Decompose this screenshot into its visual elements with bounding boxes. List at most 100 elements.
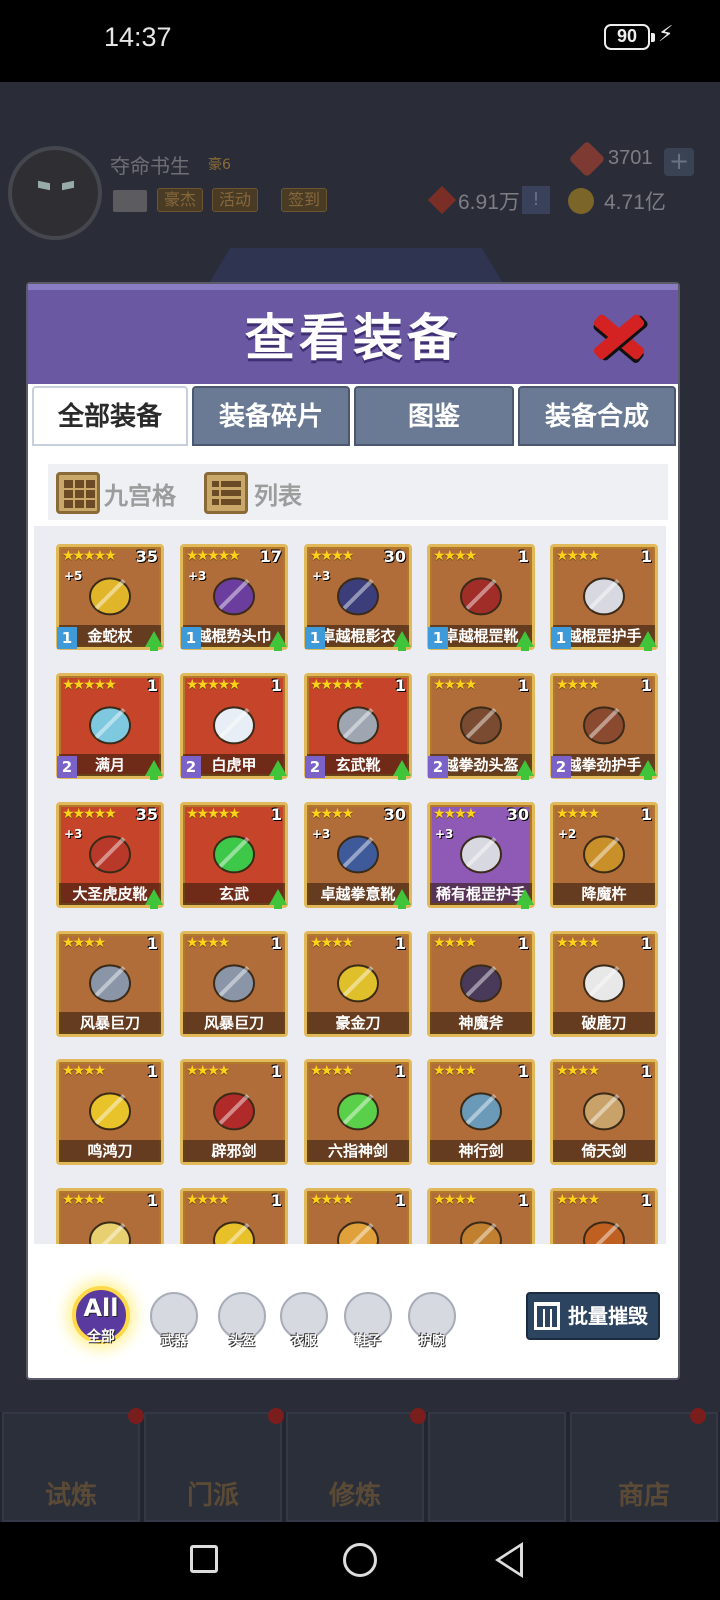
item-name: 降魔杵 — [553, 883, 655, 905]
equipment-card[interactable]: ★★★★ 1 越拳劲头盔 2 — [427, 673, 535, 780]
power-alert-button[interactable]: ! — [522, 186, 550, 214]
equipment-card[interactable]: ★★★★ 1 — [304, 1188, 412, 1244]
star-rating: ★★★★ — [186, 1192, 230, 1208]
equipment-card[interactable]: ★★★★★ 1 白虎甲 2 — [180, 673, 288, 780]
enhance-level: +3 — [188, 569, 207, 583]
equipment-card[interactable]: ★★★★ 1 — [56, 1188, 164, 1244]
equipment-card[interactable]: ★★★★ 1 六指神剑 — [304, 1059, 412, 1165]
item-count: 1 — [394, 1191, 406, 1210]
item-count: 1 — [270, 1191, 282, 1210]
notification-dot — [128, 1408, 144, 1424]
equipment-card[interactable]: ★★★★★ 1 满月 2 — [56, 673, 164, 780]
equipment-card[interactable]: ★★★★★ 35 +5 金蛇杖 1 — [56, 544, 164, 651]
recents-icon[interactable] — [190, 1545, 218, 1573]
equipment-card[interactable]: ★★★★ 1 豪金刀 — [304, 931, 412, 1037]
charging-bolt-icon: ⚡ — [658, 22, 674, 47]
filter-all-icon: All — [83, 1294, 119, 1322]
equipment-card[interactable]: ★★★★ 1 鸣鸿刀 — [56, 1059, 164, 1165]
activity-button[interactable]: 活动 — [212, 188, 259, 212]
add-gems-button[interactable]: + — [664, 148, 694, 176]
tier-badge: 1 — [57, 627, 77, 649]
star-rating: ★★★★ — [62, 1192, 106, 1208]
golden-blade-icon — [330, 955, 386, 1007]
upgrade-arrow-icon — [269, 889, 287, 909]
equipment-card[interactable]: ★★★★ 1 越拳劲护手 2 — [550, 673, 658, 780]
vip-badge: 豪6 — [208, 157, 231, 173]
equipment-card[interactable]: ★★★★ 1 +2 降魔杵 — [550, 802, 658, 908]
nav-shop-label: 商店 — [617, 1481, 670, 1511]
moon-ornament-icon — [82, 697, 138, 749]
nav-close[interactable] — [428, 1412, 566, 1522]
close-button[interactable] — [588, 306, 650, 366]
star-rating: ★★★★ — [433, 677, 477, 693]
equipment-card[interactable]: ★★★★ 30 +3 卓越棍影衣 1 — [304, 544, 412, 651]
nav-sect[interactable]: 门派 — [144, 1412, 282, 1522]
upgrade-arrow-icon — [269, 631, 287, 651]
equipment-card[interactable]: ★★★★★ 1 玄武 — [180, 802, 288, 909]
item-count: 1 — [517, 934, 529, 953]
item-name: 神魔斧 — [430, 1012, 532, 1034]
list-view-icon[interactable] — [204, 472, 248, 514]
tab-all-equipment[interactable]: 全部装备 — [32, 386, 188, 446]
tab-synthesis[interactable]: 装备合成 — [518, 386, 676, 446]
equipment-card[interactable]: ★★★★ 1 — [180, 1188, 288, 1244]
item-count: 1 — [146, 1062, 158, 1081]
item-name: 辟邪剑 — [183, 1140, 285, 1162]
shoe-icon — [453, 568, 509, 620]
item-name: 豪金刀 — [307, 1012, 409, 1034]
enhance-level: +3 — [64, 827, 83, 841]
equipment-card[interactable]: ★★★★ 1 神行剑 — [427, 1059, 535, 1165]
equipment-card[interactable]: ★★★★★ 35 +3 大圣虎皮靴 — [56, 802, 164, 909]
star-rating: ★★★★ — [433, 935, 477, 951]
list-view-label[interactable]: 列表 — [254, 476, 302, 511]
gem-count: 3701 — [608, 147, 653, 169]
item-count: 1 — [640, 1062, 652, 1081]
player-avatar[interactable] — [8, 146, 102, 240]
tab-codex[interactable]: 图鉴 — [354, 386, 514, 446]
nav-trial[interactable]: 试炼 — [2, 1412, 140, 1522]
fist-icon — [330, 1212, 386, 1244]
sword-icon — [576, 1083, 632, 1135]
home-icon[interactable] — [343, 1543, 377, 1577]
equipment-card[interactable]: ★★★★ 1 倚天剑 — [550, 1059, 658, 1165]
item-count: 1 — [517, 1062, 529, 1081]
star-rating: ★★★★ — [556, 1192, 600, 1208]
item-count: 1 — [640, 547, 652, 566]
star-rating: ★★★★ — [186, 935, 230, 951]
nav-shop[interactable]: 商店 — [570, 1412, 718, 1522]
star-rating: ★★★★ — [556, 1063, 600, 1079]
heroes-button[interactable]: 豪杰 — [157, 188, 204, 212]
back-icon[interactable] — [495, 1542, 523, 1578]
item-count: 1 — [394, 1062, 406, 1081]
grid-view-icon[interactable] — [56, 472, 100, 514]
equipment-card[interactable]: ★★★★ 1 神魔斧 — [427, 931, 535, 1037]
nav-cultivate[interactable]: 修炼 — [286, 1412, 424, 1522]
upgrade-arrow-icon — [516, 631, 534, 651]
equipment-card[interactable]: ★★★★★ 1 玄武靴 2 — [304, 673, 412, 780]
notification-dot — [410, 1408, 426, 1424]
equipment-card[interactable]: ★★★★★ 17 +3 越棍势头巾 1 — [180, 544, 288, 651]
boot-icon — [330, 697, 386, 749]
equipment-card[interactable]: ★★★★ 1 风暴巨刀 — [56, 931, 164, 1037]
tier-badge: 1 — [428, 627, 448, 649]
tab-fragments[interactable]: 装备碎片 — [192, 386, 350, 446]
upgrade-arrow-icon — [393, 631, 411, 651]
equipment-card[interactable]: ★★★★ 1 风暴巨刀 — [180, 931, 288, 1037]
filter-helmet-label: 头盔 — [228, 1334, 255, 1349]
star-rating: ★★★★ — [62, 935, 106, 951]
equipment-card[interactable]: ★★★★ 1 — [550, 1188, 658, 1244]
grid-view-label[interactable]: 九宫格 — [104, 476, 176, 511]
equipment-card[interactable]: ★★★★ 1 — [427, 1188, 535, 1244]
equipment-card[interactable]: ★★★★ 1 破鹿刀 — [550, 931, 658, 1037]
equipment-card[interactable]: ★★★★ 1 越棍罡护手 1 — [550, 544, 658, 651]
enhance-level: +3 — [312, 569, 331, 583]
star-rating: ★★★★ — [556, 677, 600, 693]
equipment-card[interactable]: ★★★★ 1 卓越棍罡靴 1 — [427, 544, 535, 651]
equipment-card[interactable]: ★★★★ 1 辟邪剑 — [180, 1059, 288, 1165]
upgrade-arrow-icon — [639, 760, 657, 780]
signin-button[interactable]: 签到 — [281, 188, 328, 212]
mail-icon[interactable] — [113, 190, 147, 212]
equipment-card[interactable]: ★★★★ 30 +3 卓越拳意靴 — [304, 802, 412, 909]
equipment-grid[interactable]: ★★★★★ 35 +5 金蛇杖 1 ★★★★★ 17 +3 越棍势头巾 1 ★★★★ 30 +3 卓越棍影… — [34, 526, 666, 1244]
equipment-card[interactable]: ★★★★ 30 +3 稀有棍罡护手 — [427, 802, 535, 909]
